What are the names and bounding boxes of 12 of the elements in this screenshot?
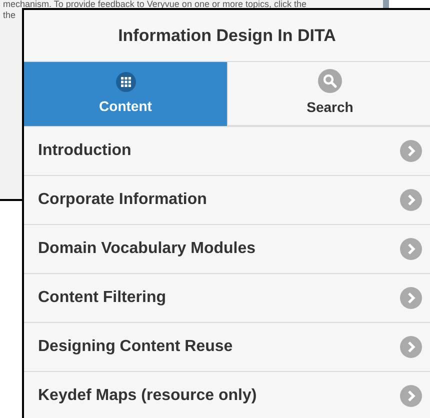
- grid-icon: [116, 72, 136, 92]
- chevron-right-icon: [400, 140, 422, 162]
- search-icon: [318, 69, 342, 93]
- chevron-right-icon: [400, 336, 422, 358]
- page-text: mechanism. To provide feedback to Veryvue on one or more topics, click the: [3, 0, 308, 10]
- chevron-right-icon: [400, 385, 422, 407]
- page-text: the: [3, 10, 17, 21]
- tab[interactable]: Content: [24, 62, 228, 126]
- chevron-right-icon: [400, 189, 422, 211]
- scrollbar: [383, 0, 389, 8]
- chevron-right-icon: [400, 287, 422, 309]
- chevron-right-icon: [400, 238, 422, 260]
